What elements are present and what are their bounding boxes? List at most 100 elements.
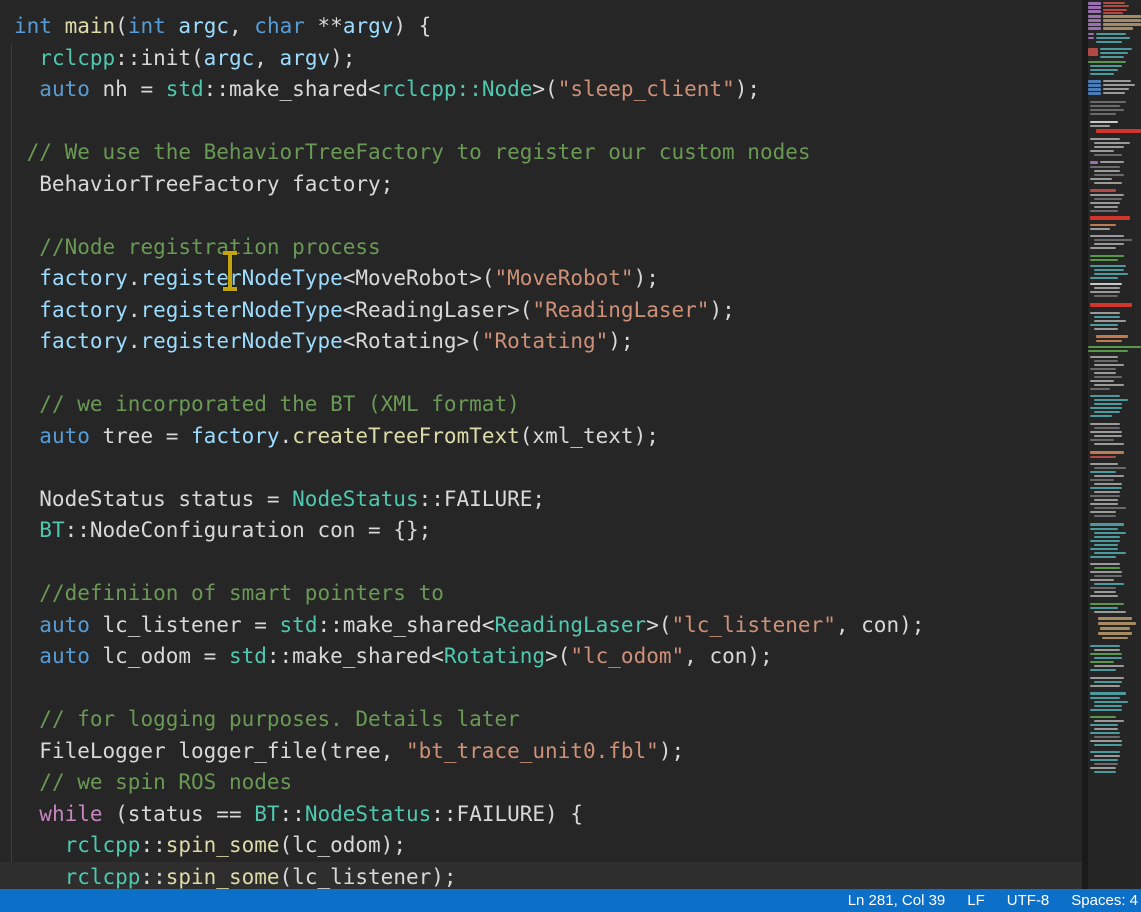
code-line[interactable]: auto lc_listener = std::make_shared<Read… <box>0 610 1082 642</box>
code-editor[interactable]: int main(int argc, char **argv) { rclcpp… <box>0 0 1082 889</box>
code-line[interactable]: // we spin ROS nodes <box>0 767 1082 799</box>
code-token: registerNodeType <box>140 329 342 353</box>
code-line[interactable]: int main(int argc, char **argv) { <box>0 11 1082 43</box>
code-line[interactable]: factory.registerNodeType<Rotating>("Rota… <box>0 326 1082 358</box>
minimap-line <box>1090 161 1098 164</box>
code-line[interactable]: NodeStatus status = NodeStatus::FAILURE; <box>0 484 1082 516</box>
minimap-line <box>1094 206 1118 208</box>
minimap-line <box>1094 507 1126 509</box>
code-token: while <box>39 802 102 826</box>
minimap-line <box>1094 728 1118 730</box>
minimap-line <box>1094 499 1118 501</box>
code-line[interactable]: auto lc_odom = std::make_shared<Rotating… <box>0 641 1082 673</box>
minimap-line <box>1090 312 1120 314</box>
minimap-line <box>1090 178 1112 180</box>
minimap-line <box>1094 657 1122 659</box>
minimap-line <box>1090 661 1114 663</box>
code-token: ::NodeConfiguration con = {}; <box>65 518 432 542</box>
minimap-line <box>1098 622 1136 625</box>
status-line-col[interactable]: Ln 281, Col 39 <box>837 892 957 909</box>
code-token: int <box>128 14 166 38</box>
code-token: rclcpp::Node <box>381 77 533 101</box>
minimap-line <box>1094 364 1124 366</box>
code-line[interactable]: rclcpp::spin_some(lc_odom); <box>0 830 1082 862</box>
minimap-line <box>1088 61 1126 63</box>
code-line[interactable]: FileLogger logger_file(tree, "bt_trace_u… <box>0 736 1082 768</box>
code-line[interactable]: // we incorporated the BT (XML format) <box>0 389 1082 421</box>
code-token: . <box>128 329 141 353</box>
minimap-line <box>1094 591 1116 593</box>
minimap-line <box>1103 19 1141 22</box>
code-line[interactable] <box>0 106 1082 138</box>
minimap-line <box>1094 536 1120 538</box>
code-line[interactable] <box>0 200 1082 232</box>
code-token: :: <box>280 802 305 826</box>
minimap-line <box>1090 255 1124 257</box>
minimap-line <box>1088 346 1141 348</box>
minimap-line <box>1090 603 1124 605</box>
code-line[interactable]: BehaviorTreeFactory factory; <box>0 169 1082 201</box>
code-line[interactable]: auto nh = std::make_shared<rclcpp::Node>… <box>0 74 1082 106</box>
code-token: "bt_trace_unit0.fbl" <box>406 739 659 763</box>
code-token: rclcpp <box>65 865 141 889</box>
status-indentation[interactable]: Spaces: 4 <box>1060 892 1141 909</box>
code-token: ); <box>659 739 684 763</box>
code-line[interactable]: //definiion of smart pointers to <box>0 578 1082 610</box>
minimap-line <box>1090 503 1118 505</box>
minimap-line <box>1088 48 1098 56</box>
code-token: int <box>14 14 52 38</box>
code-line[interactable]: while (status == BT::NodeStatus::FAILURE… <box>0 799 1082 831</box>
minimap[interactable] <box>1088 0 1141 889</box>
code-token: "MoveRobot" <box>494 266 633 290</box>
code-token <box>166 14 179 38</box>
code-line[interactable] <box>0 673 1082 705</box>
code-token: createTreeFromText <box>292 424 520 448</box>
status-encoding[interactable]: UTF-8 <box>996 892 1061 909</box>
minimap-line <box>1090 456 1116 458</box>
status-eol-indicator[interactable]: LF <box>956 892 996 909</box>
code-line[interactable]: auto tree = factory.createTreeFromText(x… <box>0 421 1082 453</box>
minimap-line <box>1094 736 1120 738</box>
code-line[interactable] <box>0 452 1082 484</box>
code-lines: int main(int argc, char **argv) { rclcpp… <box>0 11 1082 889</box>
minimap-line <box>1090 740 1122 742</box>
minimap-line <box>1094 705 1122 707</box>
code-token <box>14 581 39 605</box>
minimap-line <box>1090 73 1114 75</box>
minimap-line <box>1102 637 1128 639</box>
minimap-line <box>1090 125 1110 127</box>
minimap-line <box>1094 198 1122 200</box>
minimap-line <box>1094 515 1116 517</box>
code-line[interactable]: // for logging purposes. Details later <box>0 704 1082 736</box>
minimap-line <box>1103 9 1127 11</box>
code-line[interactable]: factory.registerNodeType<ReadingLaser>("… <box>0 295 1082 327</box>
minimap-line <box>1088 88 1101 91</box>
code-line[interactable]: BT::NodeConfiguration con = {}; <box>0 515 1082 547</box>
code-line[interactable] <box>0 547 1082 579</box>
minimap-line <box>1094 316 1120 318</box>
minimap-line <box>1094 681 1122 683</box>
code-token: factory <box>39 298 128 322</box>
code-token: <ReadingLaser>( <box>343 298 533 322</box>
code-token: , con); <box>836 613 925 637</box>
code-line[interactable] <box>0 358 1082 390</box>
code-line[interactable]: //Node registration process <box>0 232 1082 264</box>
minimap-line <box>1094 372 1116 374</box>
code-line[interactable]: // We use the BehaviorTreeFactory to reg… <box>0 137 1082 169</box>
code-line[interactable]: rclcpp::init(argc, argv); <box>0 43 1082 75</box>
code-line[interactable]: rclcpp::spin_some(lc_listener); <box>0 862 1082 890</box>
minimap-line <box>1100 48 1132 50</box>
code-token: , <box>229 14 254 38</box>
minimap-line <box>1094 154 1122 156</box>
code-token: ( <box>115 14 128 38</box>
code-token: . <box>128 298 141 322</box>
code-token: argc <box>204 46 255 70</box>
minimap-line <box>1090 121 1118 123</box>
code-token <box>14 235 39 259</box>
code-token: ReadingLaser <box>494 613 646 637</box>
code-token: char <box>254 14 305 38</box>
code-token: ); <box>608 329 633 353</box>
code-token: main <box>65 14 116 38</box>
code-line[interactable]: factory.registerNodeType<MoveRobot>("Mov… <box>0 263 1082 295</box>
minimap-line <box>1094 467 1126 469</box>
